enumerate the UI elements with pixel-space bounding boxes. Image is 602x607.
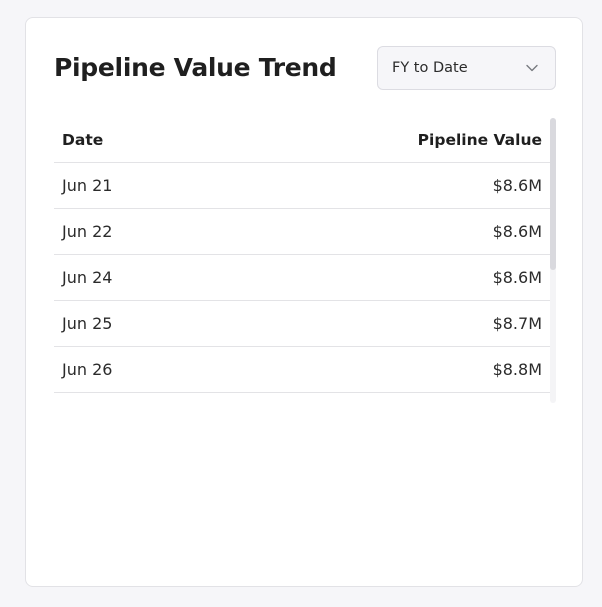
row-date: Jun 25 <box>62 314 113 333</box>
row-pipeline-value: $8.7M <box>492 314 542 333</box>
row-pipeline-value: $8.6M <box>492 176 542 195</box>
table-row: Jun 26 $8.8M <box>54 347 550 393</box>
table-row: Jun 25 $8.7M <box>54 301 550 347</box>
row-pipeline-value: $8.6M <box>492 268 542 287</box>
row-date: Jun 26 <box>62 360 113 379</box>
row-date: Jun 24 <box>62 268 113 287</box>
pipeline-table: Date Pipeline Value Jun 21 $8.6M Jun 22 … <box>54 118 556 403</box>
table-row: Jun 21 $8.6M <box>54 163 550 209</box>
row-pipeline-value: $8.8M <box>492 360 542 379</box>
row-date: Jun 22 <box>62 222 113 241</box>
card-title: Pipeline Value Trend <box>54 53 337 82</box>
column-header-pipeline-value[interactable]: Pipeline Value <box>418 131 542 149</box>
table-row: Jun 24 $8.6M <box>54 255 550 301</box>
table-row: Jun 22 $8.6M <box>54 209 550 255</box>
date-range-selected-value: FY to Date <box>392 60 468 76</box>
column-header-date[interactable]: Date <box>62 131 103 149</box>
table-scrollbar[interactable] <box>550 118 556 403</box>
pipeline-value-trend-card: Pipeline Value Trend FY to Date Date Pip… <box>25 17 583 587</box>
table-header: Date Pipeline Value <box>54 118 550 163</box>
table-scrollbar-thumb[interactable] <box>550 118 556 270</box>
row-date: Jun 21 <box>62 176 113 195</box>
row-pipeline-value: $8.6M <box>492 222 542 241</box>
date-range-select[interactable]: FY to Date <box>377 46 556 90</box>
chevron-down-icon <box>525 61 539 75</box>
